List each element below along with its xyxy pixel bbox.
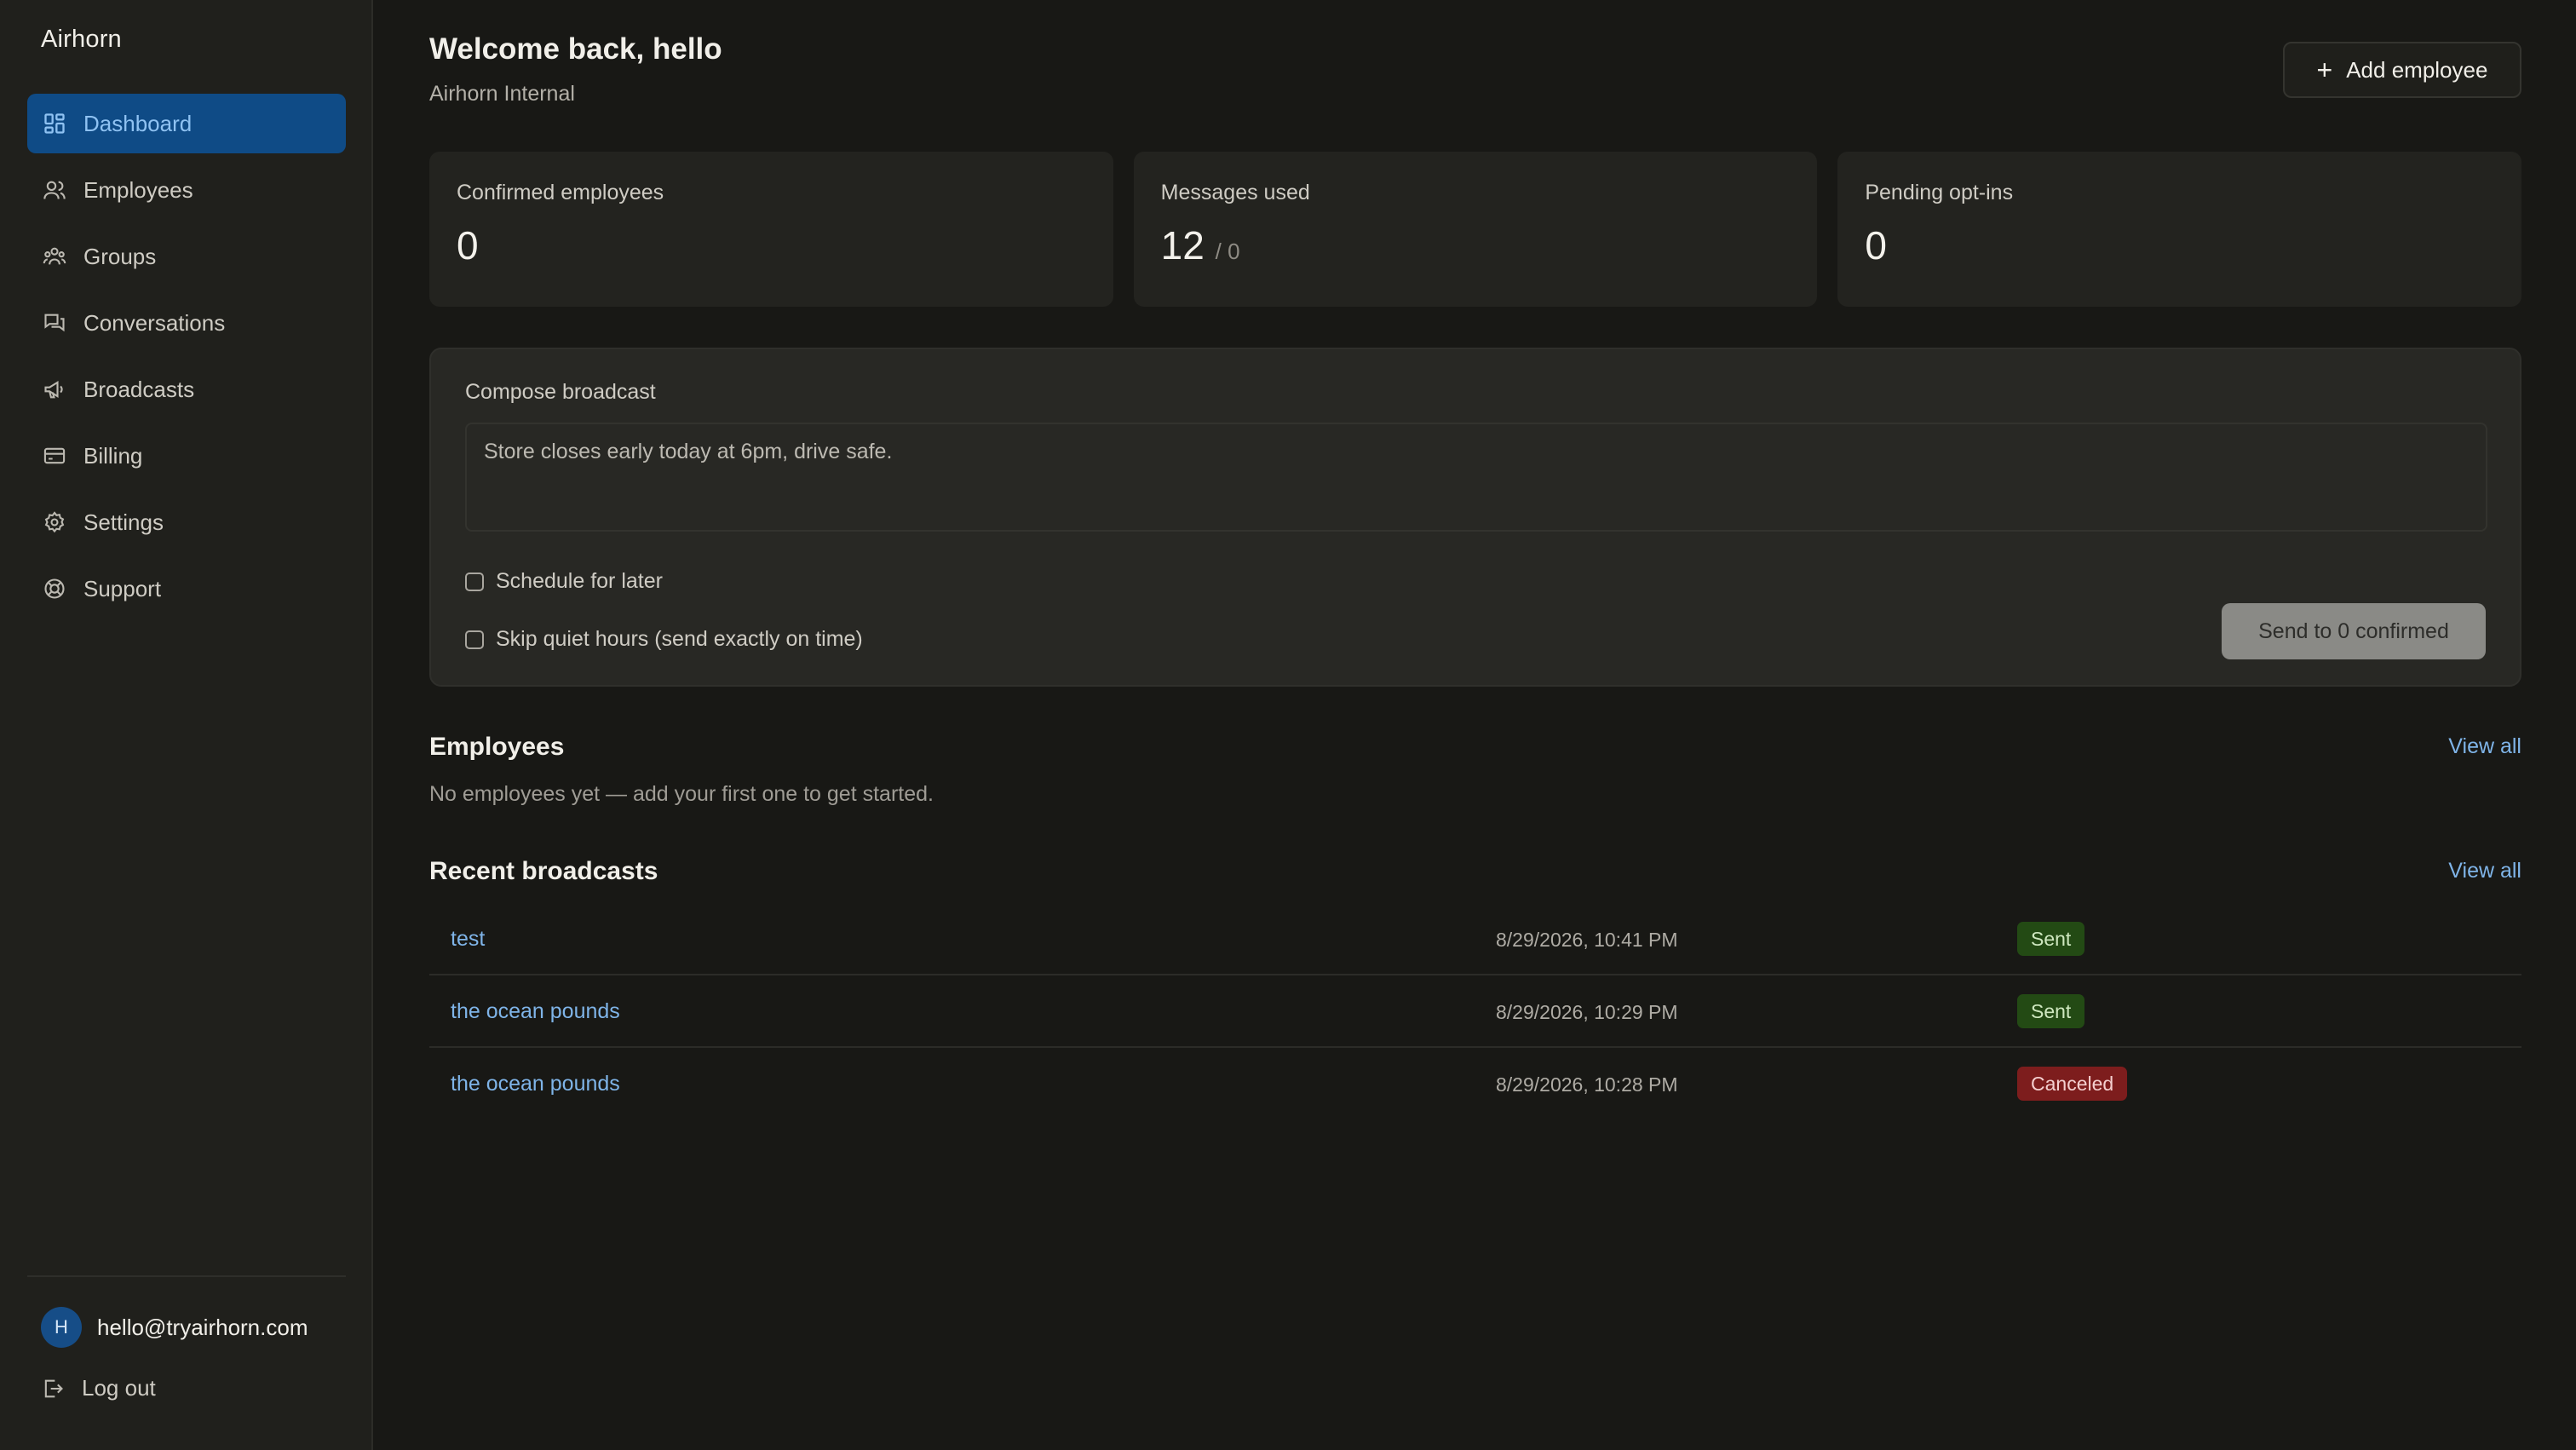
- stat-limit: / 0: [1215, 239, 1240, 264]
- sidebar-nav: Dashboard Employees Groups Conversations…: [27, 94, 346, 625]
- stat-card-messages: Messages used 12 / 0: [1133, 152, 1818, 307]
- stats-row: Confirmed employees 0 Messages used 12 /…: [429, 152, 2522, 307]
- checkbox[interactable]: [465, 572, 484, 591]
- schedule-later-checkbox[interactable]: Schedule for later: [465, 569, 663, 594]
- send-broadcast-button[interactable]: Send to 0 confirmed: [2222, 603, 2486, 659]
- sidebar: Airhorn Dashboard Employees Groups Conve…: [0, 0, 373, 1450]
- stat-value: 0: [457, 223, 479, 268]
- checkbox[interactable]: [465, 630, 484, 649]
- sidebar-item-label: Conversations: [83, 309, 226, 336]
- status-badge: Sent: [2017, 994, 2085, 1028]
- sidebar-item-billing[interactable]: Billing: [27, 426, 346, 486]
- group-icon: [43, 245, 66, 268]
- sidebar-item-dashboard[interactable]: Dashboard: [27, 94, 346, 153]
- dashboard-icon: [43, 112, 66, 135]
- gear-icon: [43, 510, 66, 534]
- checkbox-label: Schedule for later: [496, 569, 663, 593]
- skip-quiet-hours-checkbox[interactable]: Skip quiet hours (send exactly on time): [465, 627, 863, 652]
- sidebar-item-label: Settings: [83, 509, 164, 535]
- logout-button[interactable]: Log out: [41, 1375, 156, 1401]
- plus-icon: +: [2316, 55, 2333, 85]
- main-content: Welcome back, hello Airhorn Internal + A…: [429, 0, 2522, 1450]
- logout-label: Log out: [82, 1375, 156, 1401]
- broadcast-name-link[interactable]: test: [451, 927, 485, 952]
- sidebar-item-groups[interactable]: Groups: [27, 227, 346, 286]
- broadcast-name-link[interactable]: the ocean pounds: [451, 999, 620, 1024]
- broadcast-name-link[interactable]: the ocean pounds: [451, 1072, 620, 1096]
- sidebar-item-label: Dashboard: [83, 110, 193, 136]
- employees-view-all-link[interactable]: View all: [2448, 734, 2521, 759]
- sidebar-item-label: Support: [83, 575, 162, 601]
- employees-empty-state: No employees yet — add your first one to…: [429, 782, 934, 806]
- lifebuoy-icon: [43, 577, 66, 601]
- sidebar-item-label: Employees: [83, 176, 193, 203]
- stat-label: Messages used: [1160, 181, 1310, 204]
- stat-value: 12: [1160, 223, 1205, 268]
- compose-broadcast-panel: Compose broadcast Store closes early tod…: [429, 348, 2521, 687]
- stat-card-pending: Pending opt-ins 0: [1837, 152, 2522, 307]
- broadcast-message-input[interactable]: Store closes early today at 6pm, drive s…: [465, 423, 2487, 532]
- megaphone-icon: [43, 377, 66, 401]
- broadcast-date: 8/29/2026, 10:29 PM: [1496, 1001, 1678, 1023]
- table-row: test 8/29/2026, 10:41 PM Sent: [429, 903, 2521, 975]
- sidebar-item-label: Billing: [83, 442, 143, 469]
- table-row: the ocean pounds 8/29/2026, 10:29 PM Sen…: [429, 975, 2521, 1048]
- recent-broadcasts-title: Recent broadcasts: [429, 857, 658, 885]
- stat-label: Pending opt-ins: [1865, 181, 2014, 204]
- sidebar-item-employees[interactable]: Employees: [27, 160, 346, 220]
- add-employee-button[interactable]: + Add employee: [2283, 42, 2521, 98]
- sidebar-item-support[interactable]: Support: [27, 559, 346, 619]
- stat-card-confirmed: Confirmed employees 0: [429, 152, 1113, 307]
- organization-name: Airhorn Internal: [429, 82, 575, 106]
- stat-value: 0: [1865, 223, 1887, 268]
- chat-icon: [43, 311, 66, 335]
- status-badge: Canceled: [2017, 1067, 2128, 1101]
- table-row: the ocean pounds 8/29/2026, 10:28 PM Can…: [429, 1048, 2521, 1120]
- users-icon: [43, 178, 66, 202]
- app-root: Airhorn Dashboard Employees Groups Conve…: [0, 0, 2576, 1450]
- compose-title: Compose broadcast: [465, 380, 656, 404]
- add-employee-label: Add employee: [2346, 56, 2488, 83]
- broadcast-date: 8/29/2026, 10:41 PM: [1496, 929, 1678, 951]
- avatar: H: [41, 1307, 82, 1348]
- sidebar-item-settings[interactable]: Settings: [27, 492, 346, 552]
- credit-card-icon: [43, 444, 66, 468]
- brand-name: Airhorn: [41, 26, 122, 53]
- employees-section-title: Employees: [429, 733, 565, 761]
- stat-label: Confirmed employees: [457, 181, 664, 204]
- sidebar-item-conversations[interactable]: Conversations: [27, 293, 346, 353]
- sidebar-item-broadcasts[interactable]: Broadcasts: [27, 360, 346, 419]
- status-badge: Sent: [2017, 922, 2085, 956]
- user-email: hello@tryairhorn.com: [97, 1314, 308, 1340]
- checkbox-label: Skip quiet hours (send exactly on time): [496, 627, 863, 651]
- sidebar-item-label: Groups: [83, 243, 157, 269]
- sidebar-divider: [27, 1275, 346, 1277]
- logout-icon: [41, 1377, 65, 1401]
- stat-value-wrapper: 12 / 0: [1161, 222, 1791, 268]
- broadcast-date: 8/29/2026, 10:28 PM: [1496, 1073, 1678, 1096]
- user-profile[interactable]: H hello@tryairhorn.com: [41, 1307, 308, 1348]
- sidebar-item-label: Broadcasts: [83, 376, 195, 402]
- broadcasts-view-all-link[interactable]: View all: [2448, 859, 2521, 883]
- page-title: Welcome back, hello: [429, 32, 722, 66]
- recent-broadcasts-table: test 8/29/2026, 10:41 PM Sent the ocean …: [429, 903, 2521, 1120]
